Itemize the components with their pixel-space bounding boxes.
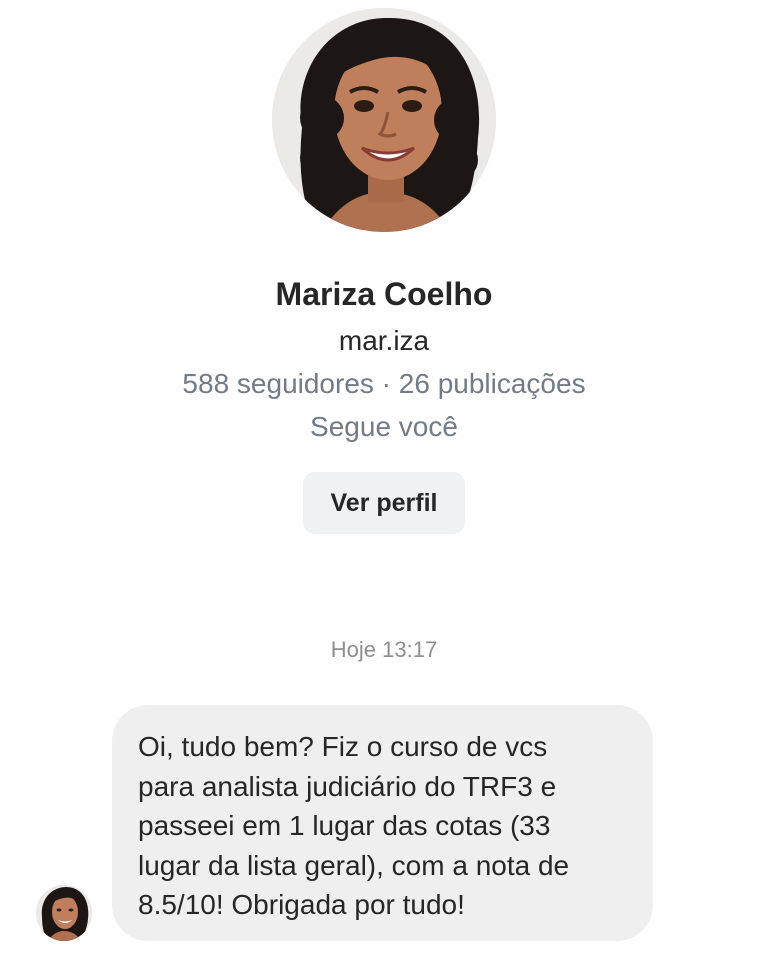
view-profile-button[interactable]: Ver perfil — [303, 472, 465, 534]
sender-profile-photo-icon — [36, 885, 92, 941]
profile-username: mar.iza — [338, 325, 430, 356]
profile-stats: 588 seguidores · 26 publicações — [182, 368, 586, 399]
profile-avatar[interactable] — [272, 8, 496, 232]
follow-status: Segue você — [310, 411, 458, 442]
message-timestamp: Hoje 13:17 — [330, 637, 438, 662]
message-bubble[interactable]: Oi, tudo bem? Fiz o curso de vcs para an… — [112, 705, 653, 941]
sender-avatar[interactable] — [36, 885, 92, 941]
profile-name: Mariza Coelho — [275, 276, 493, 312]
profile-photo-icon — [272, 8, 496, 232]
message-text: Oi, tudo bem? Fiz o curso de vcs para an… — [138, 731, 570, 920]
